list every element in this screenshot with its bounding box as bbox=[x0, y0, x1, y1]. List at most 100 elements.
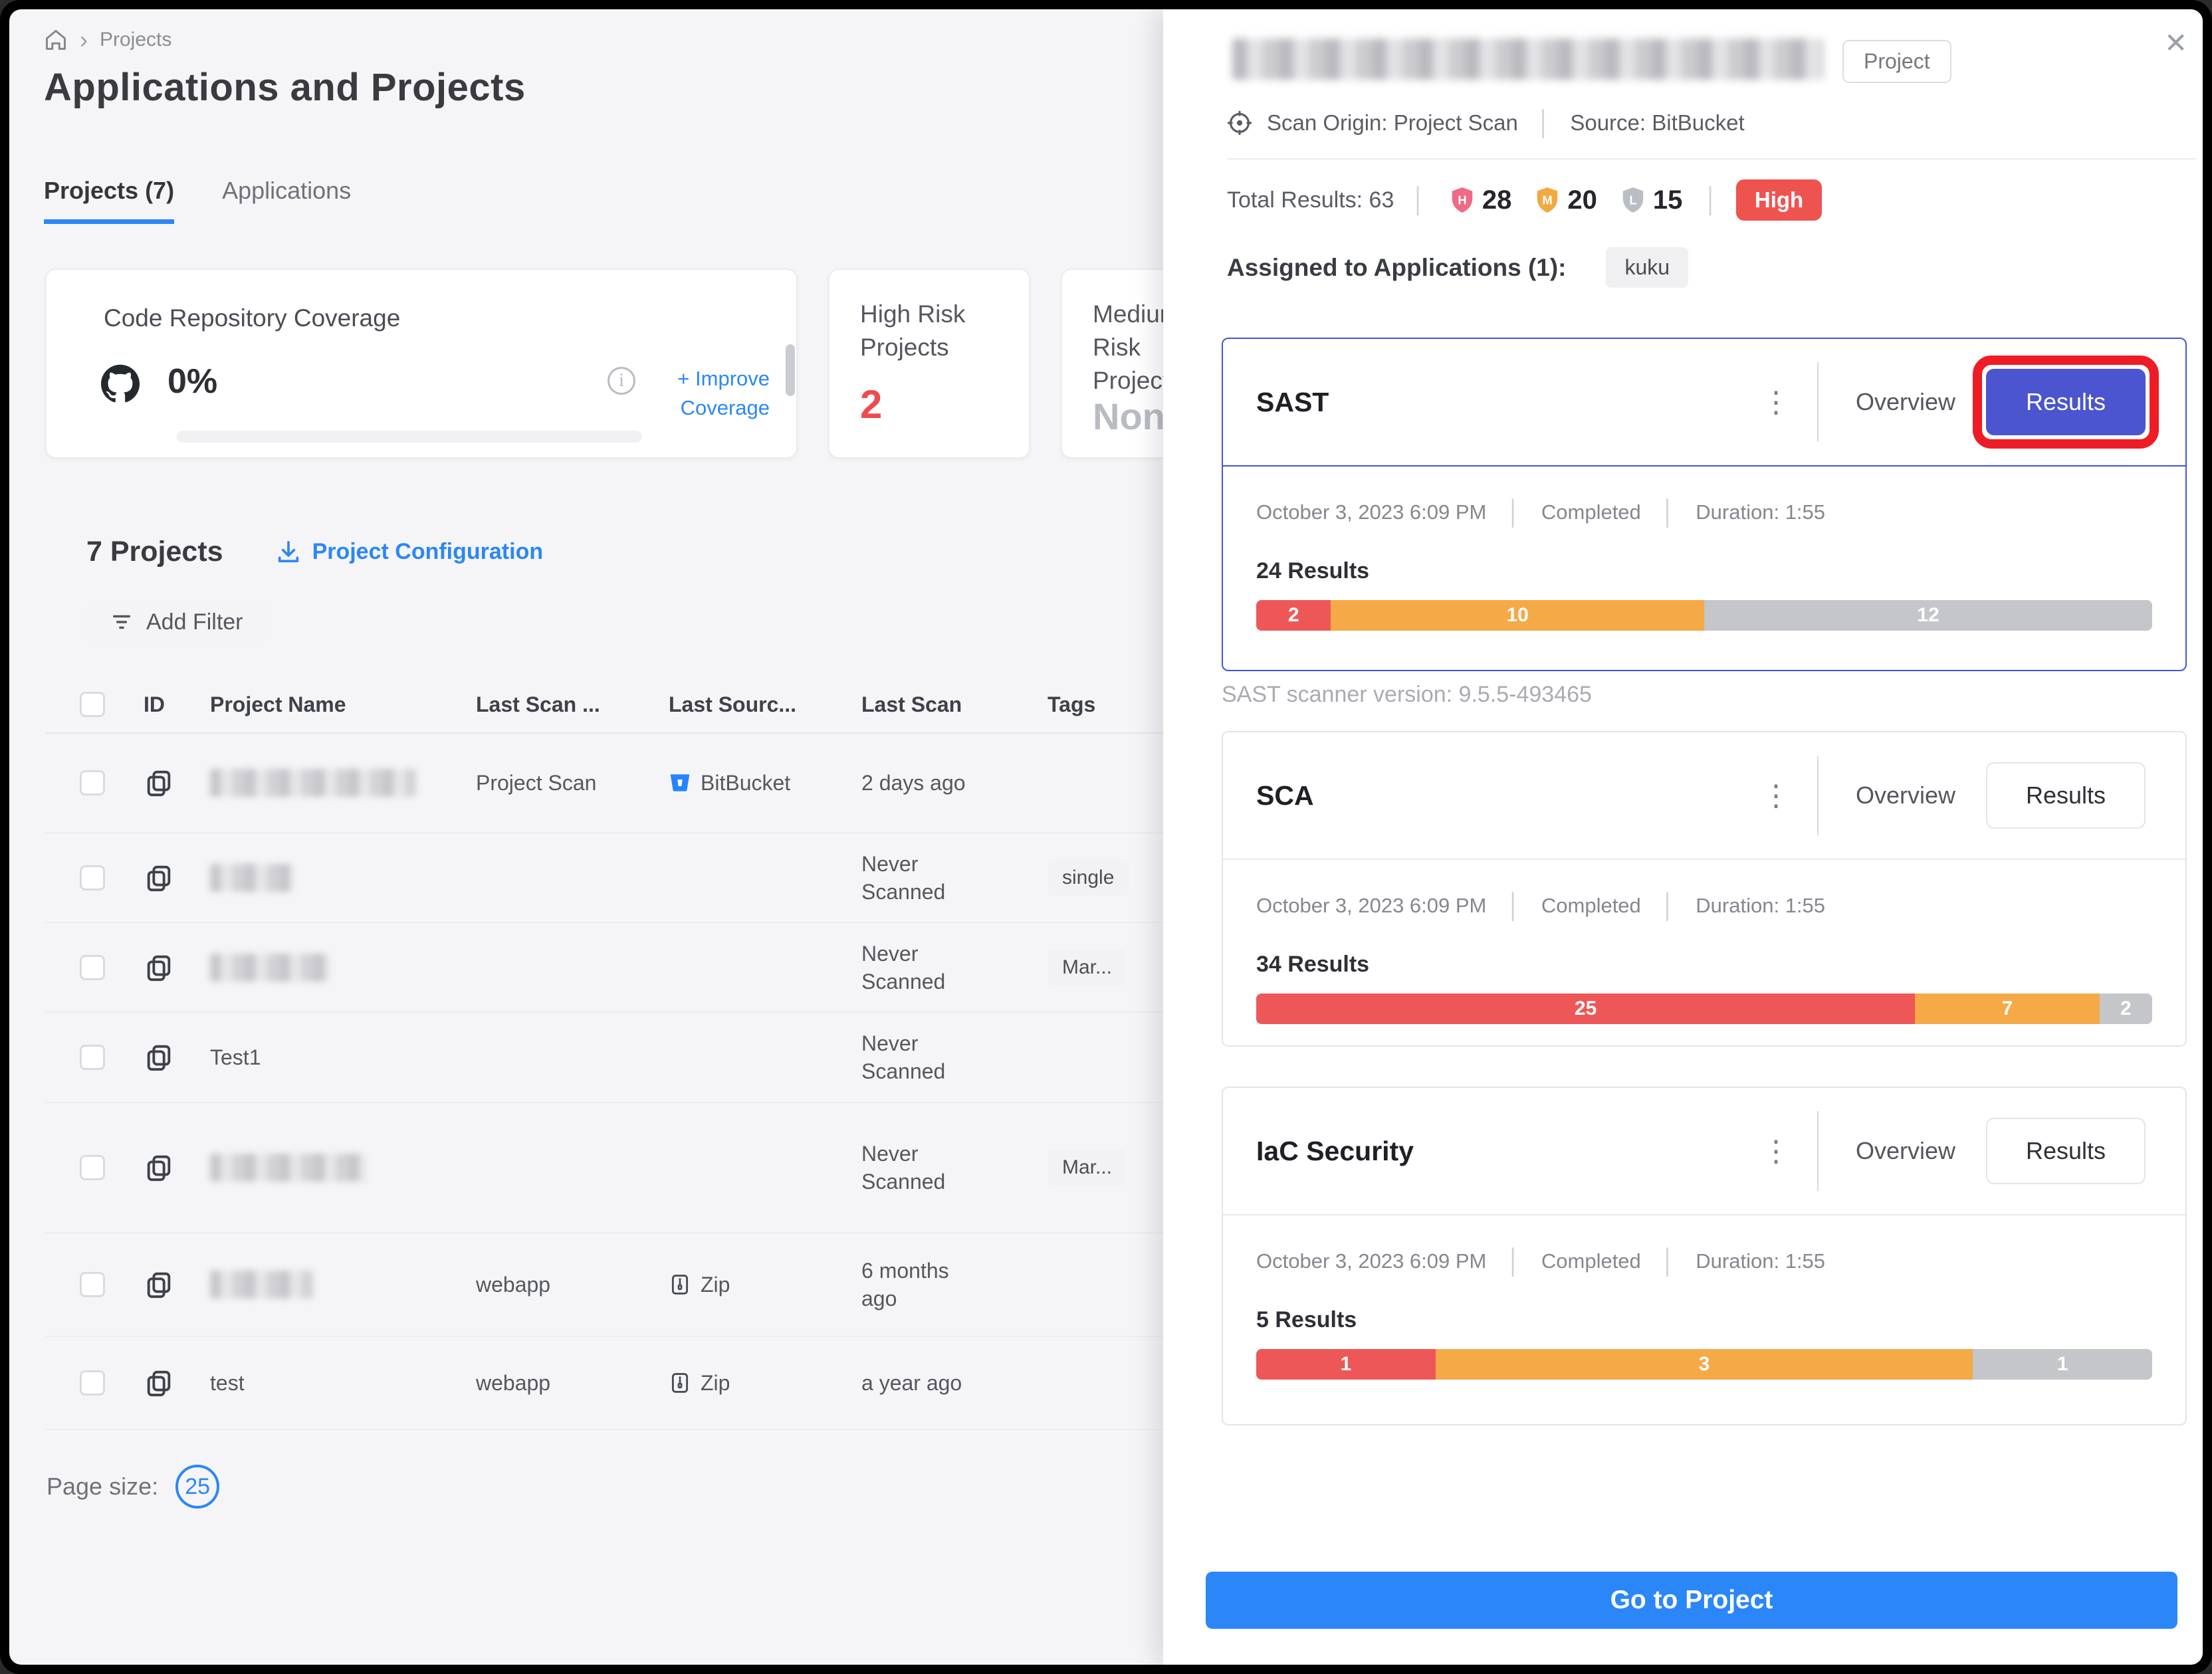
col-header-last-scan[interactable]: Last Scan bbox=[861, 692, 1048, 717]
bar-segment-medium: 10 bbox=[1331, 600, 1704, 631]
total-results-label: Total Results: 63 bbox=[1227, 187, 1394, 213]
select-all-checkbox[interactable] bbox=[80, 692, 105, 717]
app-window: › Projects Applications and Projects Pro… bbox=[9, 9, 2203, 1665]
screenshot-frame: › Projects Applications and Projects Pro… bbox=[0, 0, 2212, 1674]
page-size-selector[interactable]: 25 bbox=[175, 1465, 219, 1509]
copy-id-icon[interactable] bbox=[144, 768, 210, 798]
risk-level-badge: High bbox=[1736, 179, 1822, 221]
table-header-row: ID Project Name Last Scan ... Last Sourc… bbox=[45, 677, 1248, 734]
results-count-label: 34 Results bbox=[1256, 952, 2152, 978]
severity-stacked-bar: 1 3 1 bbox=[1256, 1349, 2152, 1380]
sca-overview-button[interactable]: Overview bbox=[1825, 782, 1986, 809]
coverage-progress-bar bbox=[177, 431, 642, 443]
go-to-project-button[interactable]: Go to Project bbox=[1206, 1572, 2177, 1629]
sast-results-button[interactable]: Results bbox=[1986, 369, 2146, 435]
breadcrumb-separator-icon: › bbox=[80, 30, 88, 50]
bar-segment-high: 25 bbox=[1256, 994, 1915, 1024]
bar-segment-low: 12 bbox=[1704, 600, 2152, 631]
application-chip[interactable]: kuku bbox=[1606, 247, 1688, 288]
kebab-menu-icon[interactable]: ⋮ bbox=[1741, 1134, 1811, 1168]
card-scrollbar[interactable] bbox=[786, 344, 795, 396]
iac-results-button[interactable]: Results bbox=[1986, 1118, 2146, 1184]
row-checkbox[interactable] bbox=[80, 955, 105, 980]
row-checkbox[interactable] bbox=[80, 1370, 105, 1396]
col-header-project-name[interactable]: Project Name bbox=[210, 692, 476, 717]
tab-applications[interactable]: Applications bbox=[222, 177, 351, 224]
bar-segment-medium: 3 bbox=[1436, 1349, 1973, 1380]
table-row[interactable]: Never Scanned single bbox=[45, 833, 1248, 923]
copy-id-icon[interactable] bbox=[144, 952, 210, 983]
col-header-id[interactable]: ID bbox=[144, 692, 210, 717]
table-row[interactable]: test webapp Zip a year ago bbox=[45, 1337, 1248, 1430]
improve-coverage-link[interactable]: + Improve Coverage bbox=[630, 364, 770, 423]
redacted-panel-title bbox=[1232, 39, 1824, 80]
redacted-project-name bbox=[210, 1271, 313, 1299]
tag-chip: single bbox=[1048, 860, 1129, 896]
kebab-menu-icon[interactable]: ⋮ bbox=[1741, 779, 1811, 813]
bitbucket-icon bbox=[669, 772, 691, 794]
iac-overview-button[interactable]: Overview bbox=[1825, 1137, 1986, 1165]
row-checkbox[interactable] bbox=[80, 1045, 105, 1070]
page-title: Applications and Projects bbox=[44, 65, 526, 110]
high-risk-projects-card: High Risk Projects 2 bbox=[828, 268, 1030, 459]
iac-security-scanner-card: IaC Security ⋮ Overview Results October … bbox=[1222, 1087, 2187, 1425]
scan-origin-icon bbox=[1227, 110, 1252, 136]
download-icon bbox=[275, 539, 302, 566]
copy-id-icon[interactable] bbox=[144, 863, 210, 893]
copy-id-icon[interactable] bbox=[144, 1269, 210, 1300]
bar-segment-low: 2 bbox=[2100, 994, 2152, 1024]
severity-high: H 28 bbox=[1448, 185, 1512, 215]
table-row[interactable]: webapp Zip 6 months ago bbox=[45, 1233, 1248, 1337]
scan-duration: Duration: 1:55 bbox=[1696, 1249, 1825, 1273]
scanner-title-iac: IaC Security bbox=[1256, 1136, 1741, 1167]
table-row[interactable]: Project Scan BitBucket 2 days ago bbox=[45, 734, 1248, 833]
col-header-last-scan-origin[interactable]: Last Scan ... bbox=[476, 692, 669, 717]
tag-chip: Mar... bbox=[1048, 1150, 1127, 1186]
coverage-percent: 0% bbox=[167, 362, 217, 401]
project-name[interactable]: Test1 bbox=[210, 1045, 476, 1070]
divider bbox=[1817, 362, 1819, 442]
severity-medium: M 20 bbox=[1533, 185, 1597, 215]
zip-icon bbox=[669, 1372, 691, 1394]
table-row[interactable]: Never Scanned Mar... bbox=[45, 923, 1248, 1013]
row-checkbox[interactable] bbox=[80, 865, 105, 890]
project-name[interactable]: test bbox=[210, 1371, 476, 1396]
copy-id-icon[interactable] bbox=[144, 1042, 210, 1073]
severity-low: L 15 bbox=[1618, 185, 1683, 215]
kebab-menu-icon[interactable]: ⋮ bbox=[1741, 385, 1811, 419]
row-checkbox[interactable] bbox=[80, 1155, 105, 1180]
sast-overview-button[interactable]: Overview bbox=[1825, 388, 1986, 416]
sca-scanner-card: SCA ⋮ Overview Results October 3, 2023 6… bbox=[1222, 731, 2187, 1047]
copy-id-icon[interactable] bbox=[144, 1152, 210, 1183]
close-icon[interactable]: ✕ bbox=[2164, 27, 2187, 59]
project-configuration-link[interactable]: Project Configuration bbox=[275, 539, 544, 566]
page-size-label: Page size: bbox=[47, 1473, 158, 1501]
severity-stacked-bar: 25 7 2 bbox=[1256, 994, 2152, 1024]
tab-projects[interactable]: Projects (7) bbox=[44, 177, 174, 224]
breadcrumb: › Projects bbox=[44, 28, 171, 52]
coverage-card-title: Code Repository Coverage bbox=[104, 304, 400, 332]
table-row[interactable]: Test1 Never Scanned bbox=[45, 1013, 1248, 1103]
separator: │ bbox=[1533, 109, 1556, 137]
scan-date: October 3, 2023 6:09 PM bbox=[1256, 500, 1486, 524]
row-checkbox[interactable] bbox=[80, 770, 105, 795]
projects-count-label: 7 Projects bbox=[86, 536, 223, 568]
project-type-chip: Project bbox=[1842, 40, 1951, 83]
col-header-last-source[interactable]: Last Sourc... bbox=[669, 692, 861, 717]
bar-segment-high: 1 bbox=[1256, 1349, 1436, 1380]
copy-id-icon[interactable] bbox=[144, 1368, 210, 1398]
sca-results-button[interactable]: Results bbox=[1986, 762, 2146, 829]
add-filter-button[interactable]: Add Filter bbox=[86, 599, 267, 645]
home-icon[interactable] bbox=[44, 28, 68, 52]
scan-origin-text: Scan Origin: Project Scan bbox=[1267, 110, 1518, 136]
assigned-applications-label: Assigned to Applications (1): bbox=[1227, 254, 1566, 282]
scan-status: Completed bbox=[1541, 500, 1641, 524]
scan-duration: Duration: 1:55 bbox=[1696, 500, 1825, 524]
scanner-title-sast: SAST bbox=[1256, 387, 1741, 418]
results-count-label: 5 Results bbox=[1256, 1307, 2152, 1333]
filter-icon bbox=[110, 611, 133, 633]
breadcrumb-item-projects[interactable]: Projects bbox=[100, 29, 171, 51]
table-row[interactable]: Never Scanned Mar... bbox=[45, 1103, 1248, 1233]
row-checkbox[interactable] bbox=[80, 1272, 105, 1297]
high-risk-title: High Risk Projects bbox=[860, 298, 993, 364]
